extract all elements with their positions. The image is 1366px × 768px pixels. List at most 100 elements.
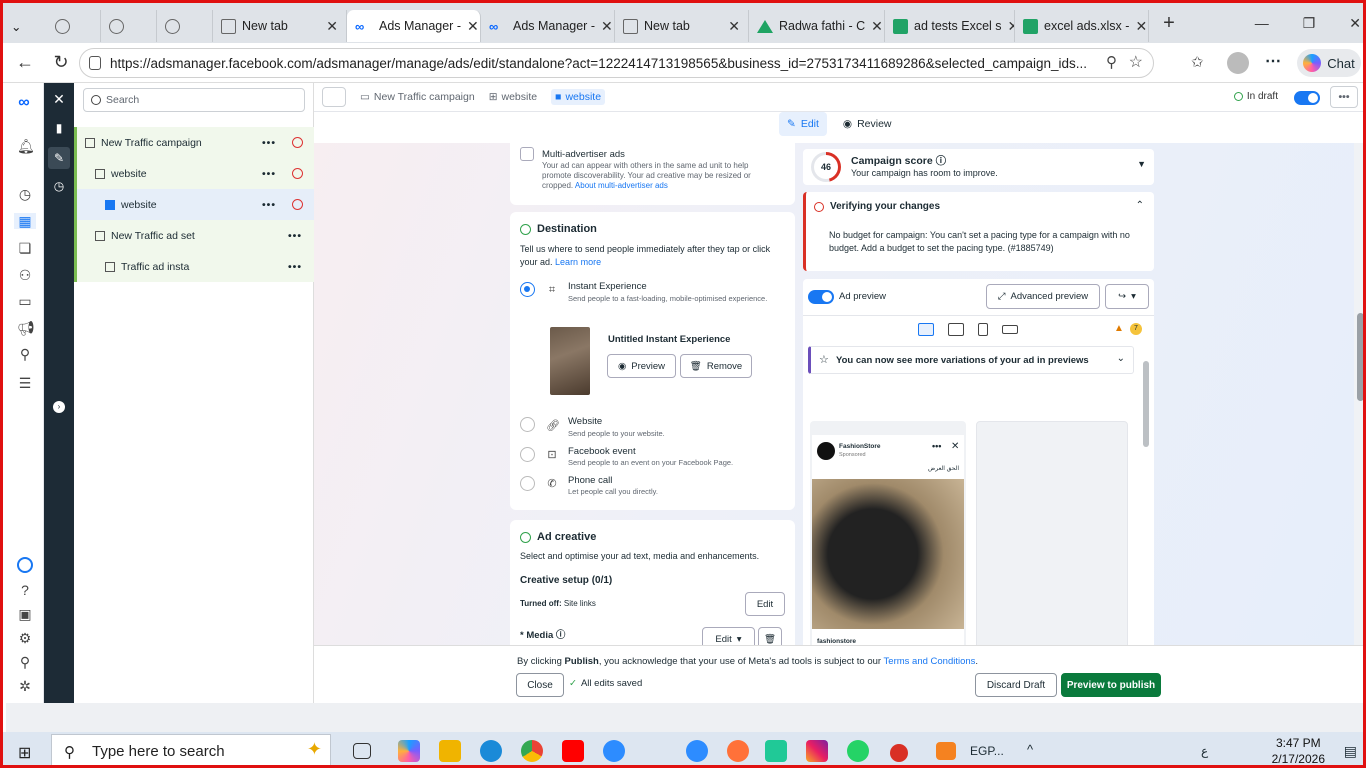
breadcrumb-campaign[interactable]: ▭ New Traffic campaign	[360, 91, 475, 103]
media-edit-button[interactable]: Edit ▾	[702, 627, 755, 645]
tree-row-adset-2[interactable]: New Traffic ad set •••	[74, 220, 314, 251]
creative-edit-button[interactable]: Edit	[745, 592, 785, 616]
notifications-icon[interactable]: ▤	[1344, 743, 1357, 760]
radio-instant-experience[interactable]	[520, 282, 535, 297]
weather-text[interactable]: EGP...	[970, 744, 1004, 758]
tab-4[interactable]: ∞ Ads Manager - ✕	[347, 10, 481, 42]
placement-feed-icon[interactable]	[918, 323, 934, 336]
restore-icon[interactable]: ❐	[1303, 15, 1316, 32]
sidebar-toggle-icon[interactable]	[322, 87, 346, 107]
close-icon[interactable]: ✕	[871, 18, 883, 35]
preview-to-publish-button[interactable]: Preview to publish	[1061, 673, 1161, 697]
youtube-icon[interactable]	[562, 740, 584, 762]
business-settings-icon[interactable]: ⚲	[17, 346, 33, 362]
expand-icon[interactable]: ›	[53, 401, 65, 413]
chrome-icon[interactable]	[521, 740, 543, 762]
chart-icon[interactable]: ▮	[51, 120, 67, 136]
page-scrollbar[interactable]	[1354, 143, 1363, 645]
favorite-star-icon[interactable]: ☆	[1129, 52, 1143, 72]
radio-facebook-event[interactable]	[520, 447, 535, 462]
terms-link[interactable]: Terms and Conditions	[884, 656, 976, 667]
tab-6[interactable]: New tab ✕	[615, 10, 749, 42]
instant-experience-remove-button[interactable]: 🗑︎ Remove	[680, 354, 752, 378]
copilot-chat-button[interactable]: Chat	[1297, 49, 1361, 77]
microsoft-store-icon[interactable]	[603, 740, 625, 762]
close-icon[interactable]: ✕	[951, 441, 959, 452]
more-options-icon[interactable]: •••	[262, 199, 276, 211]
chevron-down-icon[interactable]: ⌄	[1117, 353, 1125, 364]
zoom-icon[interactable]: ⚲	[1106, 53, 1117, 71]
firefox-icon[interactable]	[727, 740, 749, 762]
site-info-icon[interactable]	[89, 56, 101, 70]
ad-preview-toggle[interactable]	[808, 290, 834, 304]
edit-mode-button[interactable]: ✎ Edit	[779, 112, 827, 136]
zoom-icon[interactable]	[686, 740, 708, 762]
caret-down-icon[interactable]: ▼	[1137, 159, 1146, 169]
taskbar-clock[interactable]: 3:47 PM 2/17/2026	[1272, 735, 1325, 765]
tree-row-adset[interactable]: website •••	[74, 158, 314, 189]
edge-icon[interactable]	[480, 740, 502, 762]
advanced-preview-button[interactable]: ⤢ Advanced preview	[986, 284, 1100, 309]
close-button[interactable]: Close	[516, 673, 564, 697]
more-options-icon[interactable]: •••	[288, 261, 302, 273]
app-badge-icon[interactable]	[890, 744, 908, 762]
tab-1[interactable]	[101, 10, 157, 42]
close-icon[interactable]: ✕	[1135, 18, 1147, 35]
close-icon[interactable]: ✕	[467, 18, 479, 35]
menu-icon[interactable]: ☰	[17, 375, 33, 391]
multi-advertiser-checkbox[interactable]	[520, 147, 534, 161]
minimize-icon[interactable]: —	[1255, 15, 1269, 32]
close-icon[interactable]: ✕	[601, 18, 613, 35]
page-scroll-thumb[interactable]	[1357, 313, 1363, 401]
placement-landscape-icon[interactable]	[1002, 325, 1018, 334]
new-tab-button[interactable]: +	[1149, 12, 1189, 35]
breadcrumb-ad[interactable]: ■ website	[551, 89, 606, 105]
audiences-icon[interactable]: ⚇	[17, 267, 33, 283]
tab-0[interactable]	[47, 10, 101, 42]
discard-draft-button[interactable]: Discard Draft	[975, 673, 1057, 697]
campaign-score-card[interactable]: 46 Campaign score ⓘ Your campaign has ro…	[803, 149, 1154, 185]
tree-row-ad-2[interactable]: Traffic ad insta •••	[74, 251, 314, 282]
history-icon[interactable]: ◷	[51, 178, 67, 194]
radio-phone-call[interactable]	[520, 476, 535, 491]
url-field[interactable]: https://adsmanager.facebook.com/adsmanag…	[79, 48, 1154, 78]
favorites-icon[interactable]: ✩	[1191, 53, 1204, 71]
meta-ai-icon[interactable]	[17, 557, 33, 573]
app-icon[interactable]	[765, 740, 787, 762]
tree-search-input[interactable]: Search	[83, 88, 305, 112]
more-options-icon[interactable]: •••	[262, 137, 276, 149]
ad-on-off-toggle[interactable]	[1294, 91, 1320, 105]
instagram-icon[interactable]	[806, 740, 828, 762]
refresh-icon[interactable]: ↻	[43, 52, 79, 73]
more-icon[interactable]: ⋯	[1265, 51, 1281, 71]
help-icon[interactable]: ?	[17, 582, 33, 598]
more-options-icon[interactable]: •••	[288, 230, 302, 242]
window-close-icon[interactable]: ✕	[1349, 15, 1361, 32]
bug-report-icon[interactable]: ✲	[17, 678, 33, 694]
breadcrumb-adset[interactable]: ⊞ website	[489, 91, 537, 103]
copilot-app-icon[interactable]	[398, 740, 420, 762]
file-explorer-icon[interactable]	[439, 740, 461, 762]
campaigns-icon[interactable]: ▦	[14, 213, 36, 229]
system-tray-icons[interactable]: ^	[1027, 742, 1033, 757]
taskbar-search[interactable]: ⚲ Type here to search ✦	[51, 734, 331, 765]
close-icon[interactable]: ✕	[51, 91, 67, 107]
notifications-icon[interactable]: 🔔︎	[17, 138, 35, 154]
settings-icon[interactable]: ⚙	[17, 630, 33, 646]
tab-9[interactable]: excel ads.xlsx - ✕	[1015, 10, 1149, 42]
placement-story-icon[interactable]	[978, 323, 988, 336]
ads-reporting-icon[interactable]: 📢︎	[17, 320, 35, 336]
back-icon[interactable]: ←	[7, 52, 43, 73]
scroll-thumb[interactable]	[1143, 361, 1149, 447]
radio-website[interactable]	[520, 417, 535, 432]
language-indicator[interactable]: ع	[1201, 744, 1208, 758]
more-options-button[interactable]: •••	[1330, 86, 1358, 108]
billing-icon[interactable]: ▭	[17, 293, 33, 309]
edit-pencil-icon[interactable]: ✎	[48, 147, 70, 169]
tree-row-ad-selected[interactable]: website •••	[74, 189, 314, 220]
whatsapp-icon[interactable]	[847, 740, 869, 762]
media-delete-button[interactable]: 🗑︎	[758, 627, 782, 645]
profile-avatar[interactable]	[1227, 52, 1249, 74]
tree-row-campaign[interactable]: New Traffic campaign •••	[74, 127, 314, 158]
pages-icon[interactable]: ❏	[17, 240, 33, 256]
